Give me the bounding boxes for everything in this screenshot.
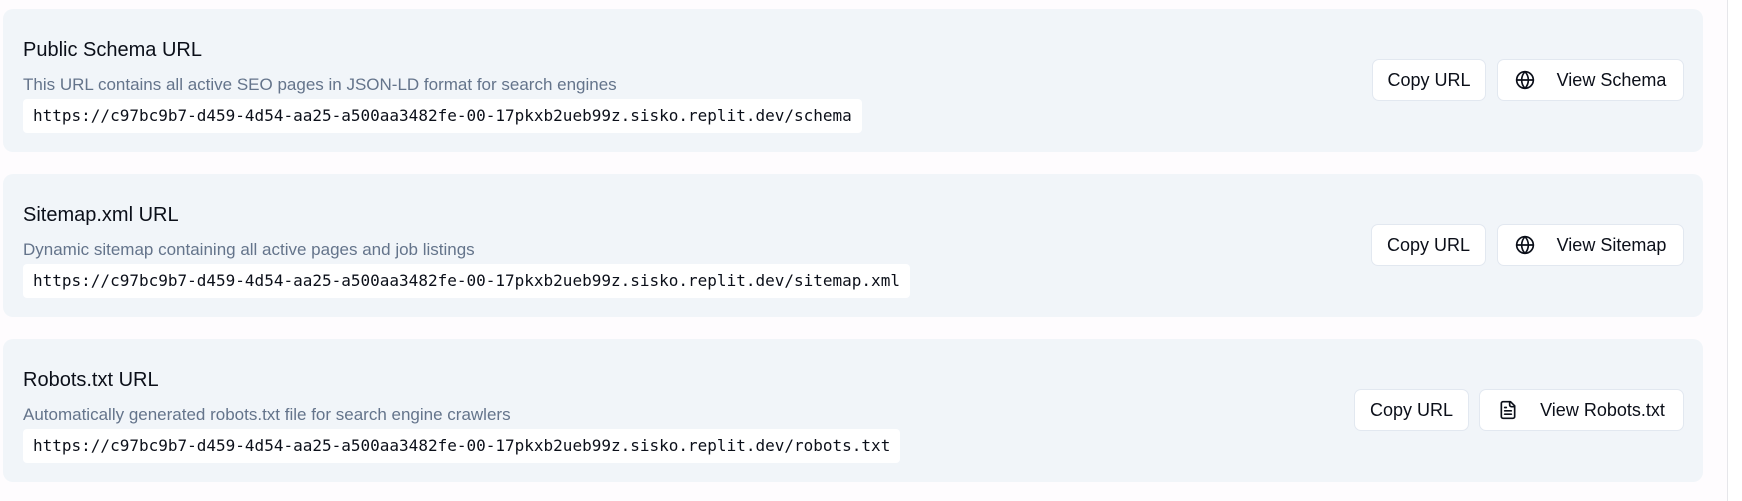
scrollbar[interactable]	[1727, 0, 1742, 501]
sitemap-url-card: Sitemap.xml URL Dynamic sitemap containi…	[3, 174, 1703, 317]
button-label: View Sitemap	[1556, 234, 1667, 255]
view-robots-txt-button[interactable]: View Robots.txt	[1479, 389, 1684, 431]
button-label: View Schema	[1556, 69, 1667, 90]
button-label: Copy URL	[1369, 399, 1454, 420]
globe-icon	[1515, 235, 1535, 255]
copy-url-button[interactable]: Copy URL	[1371, 224, 1486, 266]
file-text-icon	[1498, 400, 1518, 420]
card-title: Public Schema URL	[23, 39, 202, 61]
view-schema-button[interactable]: View Schema	[1497, 59, 1684, 101]
globe-icon	[1515, 70, 1535, 90]
card-description: This URL contains all active SEO pages i…	[23, 75, 617, 94]
card-title: Sitemap.xml URL	[23, 204, 179, 226]
schema-url-card: Public Schema URL This URL contains all …	[3, 9, 1703, 152]
copy-url-button[interactable]: Copy URL	[1372, 59, 1486, 101]
url-display[interactable]: https://c97bc9b7-d459-4d54-aa25-a500aa34…	[23, 99, 862, 133]
url-display[interactable]: https://c97bc9b7-d459-4d54-aa25-a500aa34…	[23, 264, 910, 298]
url-display[interactable]: https://c97bc9b7-d459-4d54-aa25-a500aa34…	[23, 429, 901, 463]
view-sitemap-button[interactable]: View Sitemap	[1497, 224, 1684, 266]
card-description: Dynamic sitemap containing all active pa…	[23, 240, 475, 259]
button-label: Copy URL	[1387, 69, 1471, 90]
robots-url-card: Robots.txt URL Automatically generated r…	[3, 339, 1703, 482]
button-label: View Robots.txt	[1540, 399, 1665, 420]
button-label: Copy URL	[1386, 234, 1471, 255]
copy-url-button[interactable]: Copy URL	[1354, 389, 1469, 431]
card-title: Robots.txt URL	[23, 369, 159, 391]
card-description: Automatically generated robots.txt file …	[23, 405, 511, 424]
